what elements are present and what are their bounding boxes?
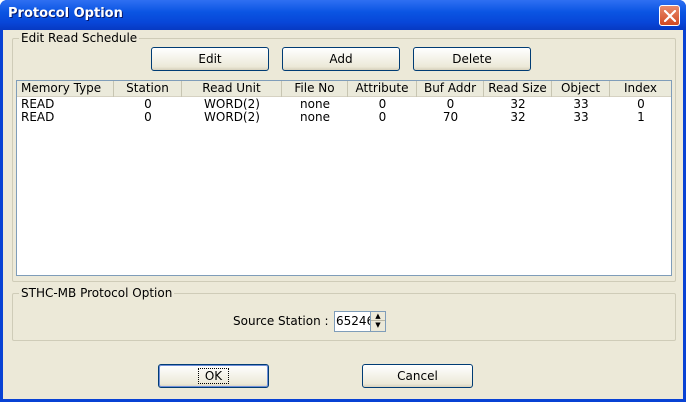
dialog-window: Protocol Option Edit Read Schedule Edit …	[0, 0, 686, 402]
spin-down-arrow-icon[interactable]: ▼	[371, 321, 385, 330]
ok-button[interactable]: OK	[158, 364, 269, 388]
source-station-input[interactable]: 65246	[334, 311, 374, 332]
column-header-object[interactable]: Object	[552, 81, 610, 97]
ok-button-label: OK	[197, 368, 230, 384]
column-header-memory-type[interactable]: Memory Type	[17, 81, 114, 97]
column-header-station[interactable]: Station	[114, 81, 182, 97]
cell-file-no: none	[300, 111, 330, 124]
cell-read-size: 32	[510, 111, 526, 124]
cell-file-no: none	[300, 98, 330, 111]
source-station-label: Source Station :	[233, 314, 329, 328]
cell-index: 1	[637, 111, 645, 124]
column-header-read-unit[interactable]: Read Unit	[182, 81, 282, 97]
delete-button-label: Delete	[452, 52, 492, 66]
cell-read-unit: WORD(2)	[204, 111, 260, 124]
cancel-button[interactable]: Cancel	[362, 364, 473, 388]
column-header-file-no[interactable]: File No	[282, 81, 348, 97]
read-schedule-list[interactable]: Memory Type Station Read Unit File No At…	[16, 80, 672, 276]
source-station-spinner[interactable]: ▲ ▼	[370, 311, 386, 332]
cell-memory-type: READ	[21, 111, 55, 124]
read-schedule-group-title: Edit Read Schedule	[19, 31, 140, 45]
cell-attribute: 0	[378, 98, 387, 111]
table-row[interactable]: READ 0 WORD(2) none 0 70 32 33 1	[17, 111, 671, 124]
window-title: Protocol Option	[8, 6, 123, 21]
column-header-read-size[interactable]: Read Size	[484, 81, 552, 97]
cell-attribute: 0	[378, 111, 387, 124]
cell-index: 0	[637, 98, 645, 111]
cell-station: 0	[144, 98, 152, 111]
cell-object: 33	[573, 98, 589, 111]
add-button-label: Add	[329, 52, 353, 66]
cell-station: 0	[144, 111, 152, 124]
close-icon	[664, 10, 676, 22]
column-header-buf-addr[interactable]: Buf Addr	[417, 81, 484, 97]
dialog-client-area: Edit Read Schedule Edit Add Delete Memor…	[3, 30, 683, 399]
delete-button[interactable]: Delete	[413, 47, 531, 71]
add-button[interactable]: Add	[282, 47, 400, 71]
close-button[interactable]	[659, 5, 680, 26]
protocol-option-group-title: STHC-MB Protocol Option	[19, 286, 175, 300]
edit-button[interactable]: Edit	[151, 47, 269, 71]
cell-buf-addr: 70	[442, 111, 459, 124]
cell-object: 33	[573, 111, 589, 124]
edit-button-label: Edit	[198, 52, 222, 66]
spin-up-arrow-icon[interactable]: ▲	[371, 312, 385, 321]
cell-memory-type: READ	[21, 98, 55, 111]
table-row[interactable]: READ 0 WORD(2) none 0 0 32 33 0	[17, 98, 671, 111]
cell-read-unit: WORD(2)	[204, 98, 260, 111]
cancel-button-label: Cancel	[397, 369, 438, 383]
title-bar[interactable]: Protocol Option	[0, 0, 686, 30]
cell-buf-addr: 0	[446, 98, 455, 111]
cell-read-size: 32	[510, 98, 526, 111]
column-header-index[interactable]: Index	[610, 81, 671, 97]
list-header: Memory Type Station Read Unit File No At…	[17, 81, 671, 97]
column-header-attribute[interactable]: Attribute	[348, 81, 417, 97]
